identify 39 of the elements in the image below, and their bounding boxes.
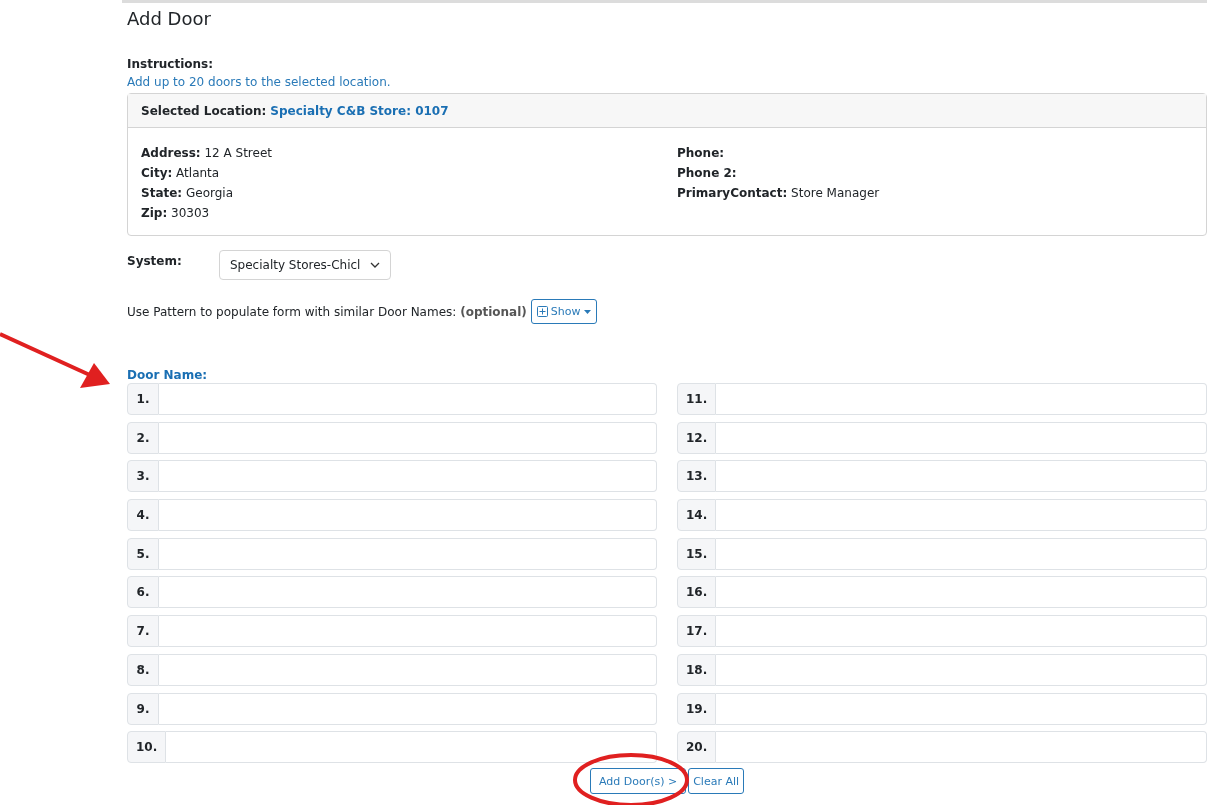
clear-all-button[interactable]: Clear All [688, 768, 745, 795]
door-number: 5. [127, 537, 159, 570]
door-number: 12. [677, 421, 717, 454]
system-select[interactable]: Specialty Stores-Chicl [219, 250, 392, 280]
door-number: 4. [127, 499, 159, 532]
location-detail: Zip: 30303 [141, 205, 211, 222]
door-number: 2. [127, 421, 159, 454]
door-number: 11. [677, 383, 717, 415]
location-detail: State: Georgia [141, 185, 235, 202]
location-detail: Phone 2: [677, 165, 738, 182]
location-detail: Phone: [677, 145, 726, 162]
door-number: 20. [677, 731, 717, 764]
location-detail: Address: 12 A Street [141, 145, 273, 162]
door-name-label: Door Name: [127, 367, 209, 383]
door-number: 8. [127, 653, 159, 686]
door-number: 9. [127, 692, 159, 725]
instructions-text: Add up to 20 doors to the selected location. [127, 74, 392, 91]
pattern-text: Use Pattern to populate form with similar Door Names: (optional) [127, 304, 527, 319]
door-number: 7. [127, 615, 159, 648]
selected-location-label: Selected Location: [141, 103, 267, 118]
door-number: 3. [127, 460, 159, 493]
location-detail: PrimaryContact: Store Manager [677, 185, 881, 202]
page-title: Add Door [127, 7, 212, 31]
door-number: 6. [127, 576, 159, 609]
door-number: 13. [677, 460, 717, 493]
location-detail: City: Atlanta [141, 165, 221, 182]
door-number: 1. [127, 383, 159, 415]
door-number: 18. [677, 653, 717, 686]
door-number: 14. [677, 499, 717, 532]
door-number: 17. [677, 615, 717, 648]
door-number: 19. [677, 692, 717, 725]
show-button[interactable]: Show [530, 299, 597, 324]
add-doors-button[interactable]: Add Door(s) > [589, 768, 687, 795]
system-label: System: [127, 253, 183, 268]
door-number: 15. [677, 537, 717, 570]
location-name: Specialty C&B Store: 0107 [270, 103, 449, 118]
instructions-label: Instructions: [127, 56, 215, 73]
door-number: 16. [677, 576, 717, 609]
door-number: 10. [127, 731, 167, 764]
